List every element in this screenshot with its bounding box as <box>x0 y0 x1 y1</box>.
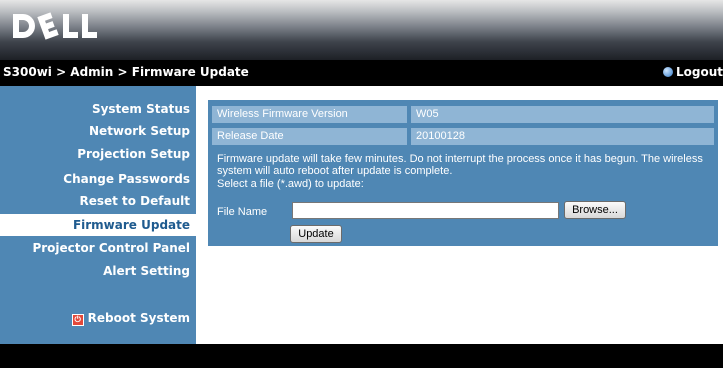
logout-link[interactable]: Logout <box>662 65 723 79</box>
header-banner <box>0 0 723 60</box>
reboot-system-link[interactable]: ⏻ Reboot System <box>71 311 190 326</box>
sidebar-item-reset-to-default[interactable]: Reset to Default <box>79 194 190 208</box>
firmware-update-panel: Wireless Firmware Version W05 Release Da… <box>208 100 718 246</box>
sidebar: System Status Network Setup Projection S… <box>0 86 196 344</box>
reboot-label: Reboot System <box>87 311 190 325</box>
footer-bar <box>0 344 723 368</box>
release-date-label: Release Date <box>217 130 284 142</box>
sidebar-item-projector-control-panel[interactable]: Projector Control Panel <box>32 241 190 255</box>
logout-label: Logout <box>675 65 723 79</box>
update-warning-message: Firmware update will take few minutes. D… <box>217 153 703 177</box>
sidebar-item-system-status[interactable]: System Status <box>92 102 190 116</box>
sidebar-item-alert-setting[interactable]: Alert Setting <box>103 264 190 278</box>
sidebar-item-projection-setup[interactable]: Projection Setup <box>77 147 190 161</box>
firmware-version-value: W05 <box>416 108 439 120</box>
logout-icon <box>662 67 673 77</box>
sidebar-item-change-passwords[interactable]: Change Passwords <box>63 172 190 186</box>
release-date-value: 20100128 <box>416 130 465 142</box>
title-bar: S300wi > Admin > Firmware Update Logout <box>0 60 723 86</box>
firmware-version-label: Wireless Firmware Version <box>217 108 348 120</box>
sidebar-item-firmware-update[interactable]: Firmware Update <box>73 218 190 232</box>
update-button[interactable]: Update <box>290 225 342 243</box>
file-name-input[interactable] <box>292 202 559 219</box>
select-file-prompt: Select a file (*.awd) to update: <box>217 178 364 190</box>
sidebar-item-network-setup[interactable]: Network Setup <box>89 124 190 138</box>
file-name-label: File Name <box>217 206 268 218</box>
browse-button[interactable]: Browse... <box>564 201 626 219</box>
dell-logo <box>13 12 97 40</box>
power-icon: ⏻ <box>71 314 84 326</box>
breadcrumb: S300wi > Admin > Firmware Update <box>3 65 249 79</box>
